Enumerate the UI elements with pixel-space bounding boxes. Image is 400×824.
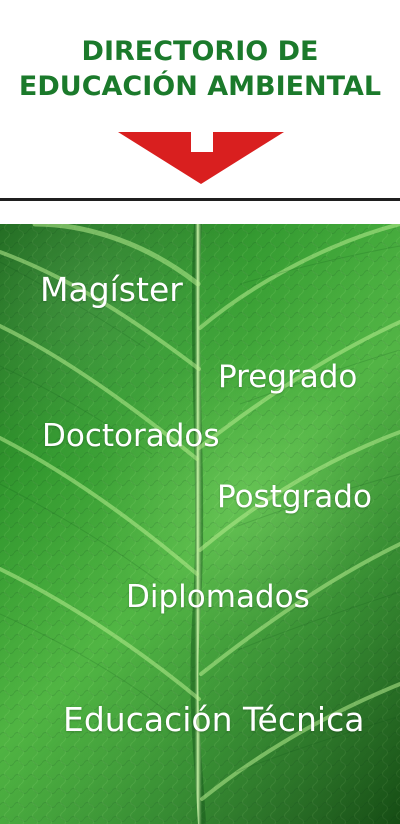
menu-link-diplomados[interactable]: Diplomados: [126, 582, 310, 613]
directory-page: DIRECTORIO DE EDUCACIÓN AMBIENTAL Magíst…: [0, 0, 400, 824]
menu-link-postgrado[interactable]: Postgrado: [217, 482, 372, 513]
menu-link-doctorados[interactable]: Doctorados: [42, 421, 220, 452]
menu-link-pregrado[interactable]: Pregrado: [218, 362, 357, 393]
down-arrow-icon: [118, 132, 284, 184]
header: DIRECTORIO DE EDUCACIÓN AMBIENTAL: [0, 0, 400, 200]
menu-link-educacion-tecnica[interactable]: Educación Técnica: [63, 703, 364, 736]
header-divider: [0, 198, 400, 201]
menu-link-magister[interactable]: Magíster: [40, 273, 183, 306]
title-line-2: EDUCACIÓN AMBIENTAL: [18, 71, 382, 102]
title-line-1: DIRECTORIO DE: [81, 36, 319, 67]
page-title: DIRECTORIO DE EDUCACIÓN AMBIENTAL: [0, 34, 400, 104]
green-leaf-image: Magíster Pregrado Doctorados Postgrado D…: [0, 224, 400, 824]
